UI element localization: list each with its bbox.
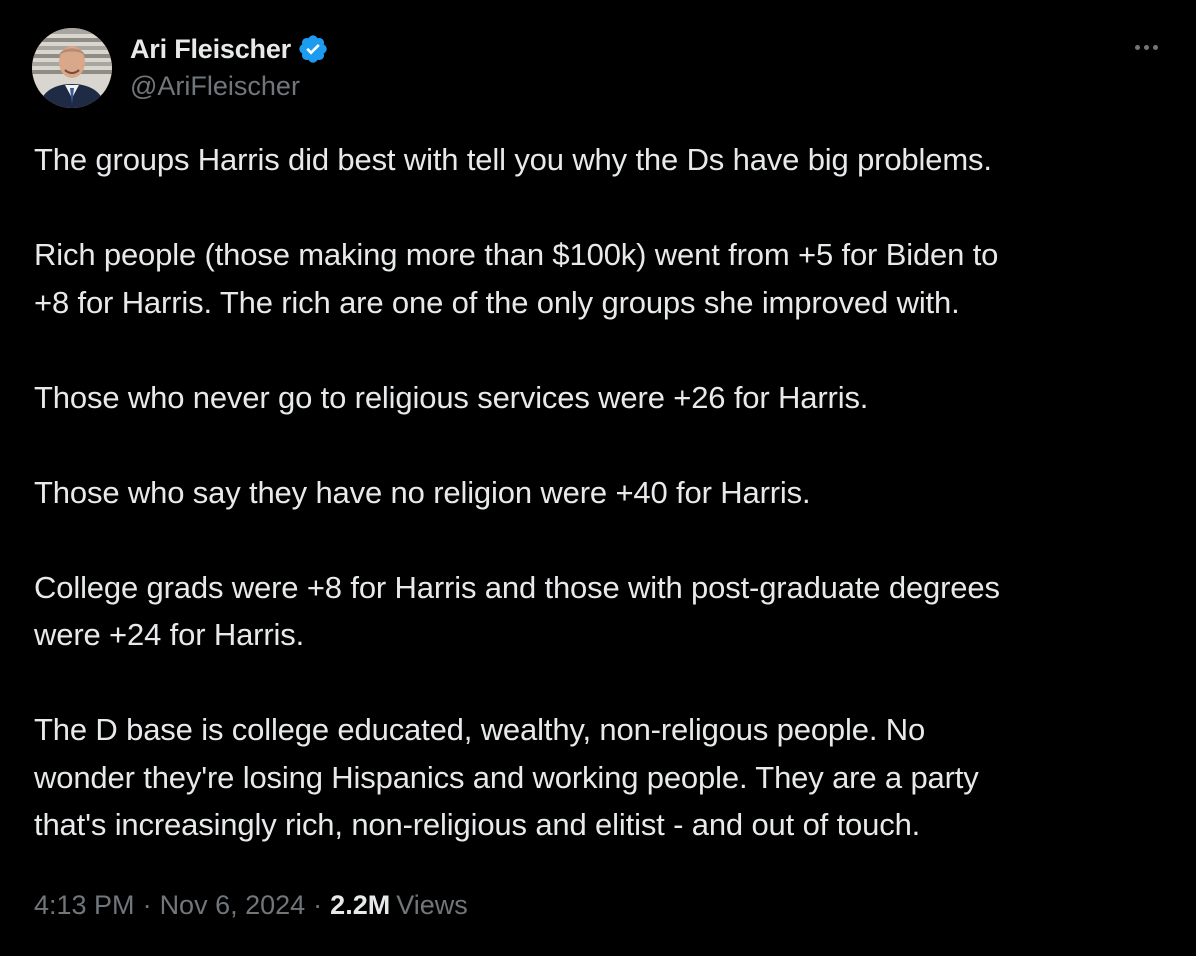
meta-separator: ·: [313, 890, 323, 920]
tweet-line: +8 for Harris. The rich are one of the o…: [34, 284, 960, 320]
tweet-paragraph: Those who never go to religious services…: [34, 374, 1164, 422]
avatar-image: [32, 28, 112, 108]
tweet-line: Those who never go to religious services…: [34, 379, 869, 415]
avatar[interactable]: [32, 28, 112, 108]
tweet-line: The D base is college educated, wealthy,…: [34, 712, 926, 747]
tweet-line: Rich people (those making more than $100…: [34, 237, 999, 272]
author-name-row: Ari Fleischer: [130, 30, 329, 68]
tweet-line: that's increasingly rich, non-religious …: [34, 807, 921, 842]
meta-separator: ·: [142, 890, 152, 920]
tweet-paragraph: College grads were +8 for Harris and tho…: [34, 564, 1164, 659]
tweet-paragraph: Rich people (those making more than $100…: [34, 231, 1164, 326]
tweet-text: The groups Harris did best with tell you…: [34, 136, 1164, 849]
tweet-line: Those who say they have no religion were…: [34, 474, 811, 510]
verified-badge-icon[interactable]: [297, 33, 329, 65]
tweet-date[interactable]: Nov 6, 2024: [160, 890, 306, 921]
tweet-paragraph: The groups Harris did best with tell you…: [34, 136, 1164, 184]
tweet-paragraph: The D base is college educated, wealthy,…: [34, 706, 1164, 849]
views-count[interactable]: 2.2M: [330, 890, 390, 921]
tweet-paragraph: Those who say they have no religion were…: [34, 469, 1164, 517]
tweet-line: The groups Harris did best with tell you…: [34, 142, 992, 177]
display-name[interactable]: Ari Fleischer: [130, 34, 291, 65]
more-options-icon[interactable]: [1126, 32, 1166, 62]
tweet-line: wonder they're losing Hispanics and work…: [34, 759, 979, 795]
tweet-metadata: 4:13 PM · Nov 6, 2024 · 2.2M Views: [34, 890, 468, 921]
views-label: Views: [396, 890, 468, 920]
tweet-card: Ari Fleischer @AriFleischer The groups H…: [0, 0, 1196, 956]
author-handle[interactable]: @AriFleischer: [130, 71, 300, 102]
tweet-line: were +24 for Harris.: [34, 617, 305, 652]
tweet-line: College grads were +8 for Harris and tho…: [34, 569, 1000, 605]
tweet-time[interactable]: 4:13 PM: [34, 890, 135, 921]
